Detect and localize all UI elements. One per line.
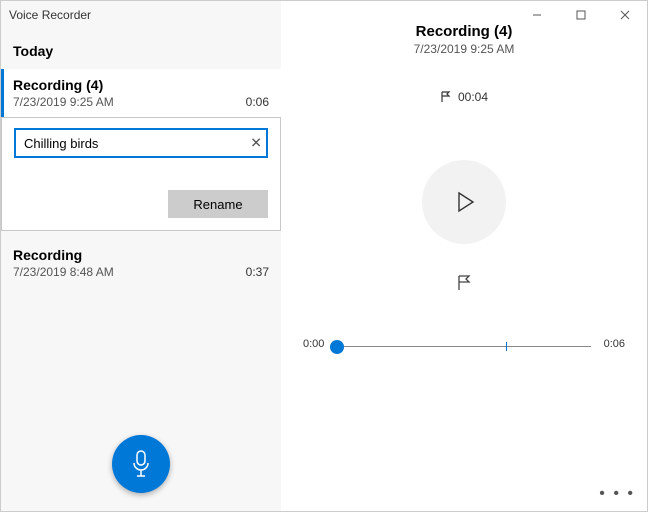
section-today: Today (1, 29, 281, 69)
seek-track (337, 346, 591, 347)
seek-marker-tick (506, 342, 507, 351)
add-marker-button[interactable] (449, 268, 479, 298)
recording-item[interactable]: Recording (4) 7/23/2019 9:25 AM 0:06 (1, 69, 281, 117)
recording-name: Recording (4) (13, 77, 269, 93)
app-window: Voice Recorder Today Recording (4) 7/23/… (0, 0, 648, 512)
seek-thumb[interactable] (330, 340, 344, 354)
rename-button[interactable]: Rename (168, 190, 268, 218)
position-label: 0:00 (303, 338, 324, 350)
recording-duration: 0:06 (246, 95, 269, 109)
flag-icon (455, 274, 473, 292)
app-title: Voice Recorder (1, 1, 281, 29)
rename-input[interactable] (14, 128, 268, 158)
recording-item[interactable]: Recording 7/23/2019 8:48 AM 0:37 (1, 239, 281, 287)
recording-name: Recording (13, 247, 269, 263)
play-icon (450, 188, 478, 216)
marker-label: 00:04 (281, 90, 647, 104)
seek-bar[interactable]: 0:00 0:06 (303, 332, 625, 362)
more-button[interactable]: • • • (599, 485, 635, 503)
player-date: 7/23/2019 9:25 AM (281, 42, 647, 56)
sidebar: Voice Recorder Today Recording (4) 7/23/… (1, 1, 281, 511)
recording-duration: 0:37 (246, 265, 269, 279)
flag-icon (440, 91, 452, 103)
clear-input-icon[interactable]: ✕ (250, 135, 262, 152)
recording-date: 7/23/2019 8:48 AM (13, 265, 269, 279)
minimize-button[interactable] (515, 1, 559, 29)
close-button[interactable] (603, 1, 647, 29)
play-button[interactable] (422, 160, 506, 244)
window-controls (515, 1, 647, 29)
maximize-button[interactable] (559, 1, 603, 29)
player-panel: Recording (4) 7/23/2019 9:25 AM 00:04 0:… (281, 1, 647, 511)
rename-panel: ✕ Rename (1, 117, 281, 231)
duration-label: 0:06 (604, 338, 625, 350)
microphone-icon (129, 449, 153, 479)
record-button[interactable] (112, 435, 170, 493)
recording-date: 7/23/2019 9:25 AM (13, 95, 269, 109)
